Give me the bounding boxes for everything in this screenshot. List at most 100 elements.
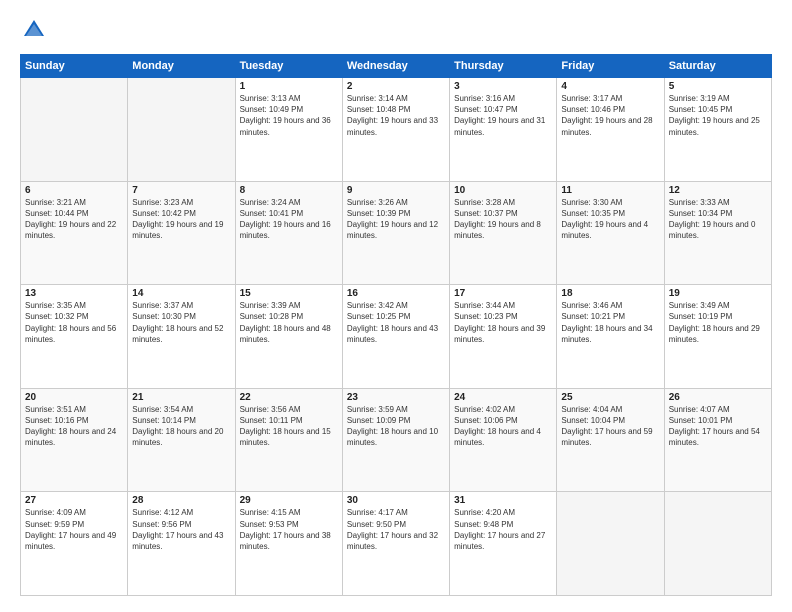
day-number: 31 — [454, 495, 552, 506]
weekday-cell: Monday — [128, 55, 235, 78]
day-info: Sunrise: 4:20 AMSunset: 9:48 PMDaylight:… — [454, 507, 552, 552]
calendar-day-cell: 8Sunrise: 3:24 AMSunset: 10:41 PMDayligh… — [235, 181, 342, 285]
calendar-day-cell: 22Sunrise: 3:56 AMSunset: 10:11 PMDaylig… — [235, 388, 342, 492]
day-number: 23 — [347, 392, 445, 403]
day-info: Sunrise: 3:49 AMSunset: 10:19 PMDaylight… — [669, 300, 767, 345]
day-info: Sunrise: 3:13 AMSunset: 10:49 PMDaylight… — [240, 93, 338, 138]
day-number: 4 — [561, 81, 659, 92]
calendar-day-cell: 31Sunrise: 4:20 AMSunset: 9:48 PMDayligh… — [450, 492, 557, 596]
calendar-week-row: 20Sunrise: 3:51 AMSunset: 10:16 PMDaylig… — [21, 388, 772, 492]
weekday-cell: Friday — [557, 55, 664, 78]
calendar-day-cell — [557, 492, 664, 596]
calendar-day-cell: 17Sunrise: 3:44 AMSunset: 10:23 PMDaylig… — [450, 285, 557, 389]
day-info: Sunrise: 3:37 AMSunset: 10:30 PMDaylight… — [132, 300, 230, 345]
day-info: Sunrise: 3:51 AMSunset: 10:16 PMDaylight… — [25, 404, 123, 449]
day-number: 13 — [25, 288, 123, 299]
calendar-week-row: 13Sunrise: 3:35 AMSunset: 10:32 PMDaylig… — [21, 285, 772, 389]
day-number: 17 — [454, 288, 552, 299]
day-info: Sunrise: 4:12 AMSunset: 9:56 PMDaylight:… — [132, 507, 230, 552]
day-info: Sunrise: 4:09 AMSunset: 9:59 PMDaylight:… — [25, 507, 123, 552]
weekday-cell: Tuesday — [235, 55, 342, 78]
day-info: Sunrise: 3:16 AMSunset: 10:47 PMDaylight… — [454, 93, 552, 138]
day-info: Sunrise: 3:30 AMSunset: 10:35 PMDaylight… — [561, 197, 659, 242]
day-info: Sunrise: 3:44 AMSunset: 10:23 PMDaylight… — [454, 300, 552, 345]
calendar-day-cell: 1Sunrise: 3:13 AMSunset: 10:49 PMDayligh… — [235, 78, 342, 182]
calendar-day-cell: 23Sunrise: 3:59 AMSunset: 10:09 PMDaylig… — [342, 388, 449, 492]
day-info: Sunrise: 4:04 AMSunset: 10:04 PMDaylight… — [561, 404, 659, 449]
day-info: Sunrise: 4:07 AMSunset: 10:01 PMDaylight… — [669, 404, 767, 449]
day-info: Sunrise: 3:21 AMSunset: 10:44 PMDaylight… — [25, 197, 123, 242]
day-number: 26 — [669, 392, 767, 403]
calendar-day-cell: 4Sunrise: 3:17 AMSunset: 10:46 PMDayligh… — [557, 78, 664, 182]
calendar-day-cell: 21Sunrise: 3:54 AMSunset: 10:14 PMDaylig… — [128, 388, 235, 492]
calendar-day-cell: 3Sunrise: 3:16 AMSunset: 10:47 PMDayligh… — [450, 78, 557, 182]
calendar-day-cell: 10Sunrise: 3:28 AMSunset: 10:37 PMDaylig… — [450, 181, 557, 285]
day-number: 10 — [454, 185, 552, 196]
day-number: 3 — [454, 81, 552, 92]
day-number: 22 — [240, 392, 338, 403]
day-number: 24 — [454, 392, 552, 403]
weekday-cell: Wednesday — [342, 55, 449, 78]
day-number: 14 — [132, 288, 230, 299]
day-info: Sunrise: 3:17 AMSunset: 10:46 PMDaylight… — [561, 93, 659, 138]
day-info: Sunrise: 3:23 AMSunset: 10:42 PMDaylight… — [132, 197, 230, 242]
calendar-body: 1Sunrise: 3:13 AMSunset: 10:49 PMDayligh… — [21, 78, 772, 596]
calendar-day-cell: 2Sunrise: 3:14 AMSunset: 10:48 PMDayligh… — [342, 78, 449, 182]
logo-icon — [20, 16, 48, 44]
weekday-header: SundayMondayTuesdayWednesdayThursdayFrid… — [21, 55, 772, 78]
calendar-day-cell: 30Sunrise: 4:17 AMSunset: 9:50 PMDayligh… — [342, 492, 449, 596]
day-info: Sunrise: 3:14 AMSunset: 10:48 PMDaylight… — [347, 93, 445, 138]
calendar-day-cell: 18Sunrise: 3:46 AMSunset: 10:21 PMDaylig… — [557, 285, 664, 389]
calendar-day-cell — [21, 78, 128, 182]
day-info: Sunrise: 4:17 AMSunset: 9:50 PMDaylight:… — [347, 507, 445, 552]
day-number: 28 — [132, 495, 230, 506]
day-number: 20 — [25, 392, 123, 403]
calendar-day-cell: 15Sunrise: 3:39 AMSunset: 10:28 PMDaylig… — [235, 285, 342, 389]
day-number: 18 — [561, 288, 659, 299]
weekday-cell: Thursday — [450, 55, 557, 78]
calendar-day-cell: 12Sunrise: 3:33 AMSunset: 10:34 PMDaylig… — [664, 181, 771, 285]
day-number: 27 — [25, 495, 123, 506]
calendar-day-cell: 11Sunrise: 3:30 AMSunset: 10:35 PMDaylig… — [557, 181, 664, 285]
day-number: 9 — [347, 185, 445, 196]
calendar-day-cell: 24Sunrise: 4:02 AMSunset: 10:06 PMDaylig… — [450, 388, 557, 492]
day-number: 30 — [347, 495, 445, 506]
weekday-cell: Sunday — [21, 55, 128, 78]
day-number: 21 — [132, 392, 230, 403]
calendar-day-cell: 28Sunrise: 4:12 AMSunset: 9:56 PMDayligh… — [128, 492, 235, 596]
day-number: 1 — [240, 81, 338, 92]
calendar-day-cell: 20Sunrise: 3:51 AMSunset: 10:16 PMDaylig… — [21, 388, 128, 492]
day-info: Sunrise: 3:24 AMSunset: 10:41 PMDaylight… — [240, 197, 338, 242]
day-number: 19 — [669, 288, 767, 299]
calendar-day-cell: 16Sunrise: 3:42 AMSunset: 10:25 PMDaylig… — [342, 285, 449, 389]
day-info: Sunrise: 3:28 AMSunset: 10:37 PMDaylight… — [454, 197, 552, 242]
calendar-day-cell: 27Sunrise: 4:09 AMSunset: 9:59 PMDayligh… — [21, 492, 128, 596]
calendar-day-cell: 25Sunrise: 4:04 AMSunset: 10:04 PMDaylig… — [557, 388, 664, 492]
day-info: Sunrise: 3:39 AMSunset: 10:28 PMDaylight… — [240, 300, 338, 345]
calendar-day-cell: 13Sunrise: 3:35 AMSunset: 10:32 PMDaylig… — [21, 285, 128, 389]
calendar-week-row: 1Sunrise: 3:13 AMSunset: 10:49 PMDayligh… — [21, 78, 772, 182]
weekday-cell: Saturday — [664, 55, 771, 78]
calendar-day-cell: 7Sunrise: 3:23 AMSunset: 10:42 PMDayligh… — [128, 181, 235, 285]
day-number: 25 — [561, 392, 659, 403]
day-number: 12 — [669, 185, 767, 196]
day-info: Sunrise: 4:15 AMSunset: 9:53 PMDaylight:… — [240, 507, 338, 552]
calendar-day-cell: 29Sunrise: 4:15 AMSunset: 9:53 PMDayligh… — [235, 492, 342, 596]
day-number: 29 — [240, 495, 338, 506]
day-info: Sunrise: 3:26 AMSunset: 10:39 PMDaylight… — [347, 197, 445, 242]
day-info: Sunrise: 3:46 AMSunset: 10:21 PMDaylight… — [561, 300, 659, 345]
day-info: Sunrise: 3:35 AMSunset: 10:32 PMDaylight… — [25, 300, 123, 345]
day-info: Sunrise: 3:56 AMSunset: 10:11 PMDaylight… — [240, 404, 338, 449]
calendar: SundayMondayTuesdayWednesdayThursdayFrid… — [20, 54, 772, 596]
calendar-week-row: 6Sunrise: 3:21 AMSunset: 10:44 PMDayligh… — [21, 181, 772, 285]
logo — [20, 16, 52, 44]
calendar-day-cell — [664, 492, 771, 596]
day-number: 7 — [132, 185, 230, 196]
day-info: Sunrise: 3:54 AMSunset: 10:14 PMDaylight… — [132, 404, 230, 449]
calendar-day-cell — [128, 78, 235, 182]
day-number: 15 — [240, 288, 338, 299]
calendar-day-cell: 6Sunrise: 3:21 AMSunset: 10:44 PMDayligh… — [21, 181, 128, 285]
day-number: 8 — [240, 185, 338, 196]
calendar-day-cell: 9Sunrise: 3:26 AMSunset: 10:39 PMDayligh… — [342, 181, 449, 285]
day-info: Sunrise: 4:02 AMSunset: 10:06 PMDaylight… — [454, 404, 552, 449]
